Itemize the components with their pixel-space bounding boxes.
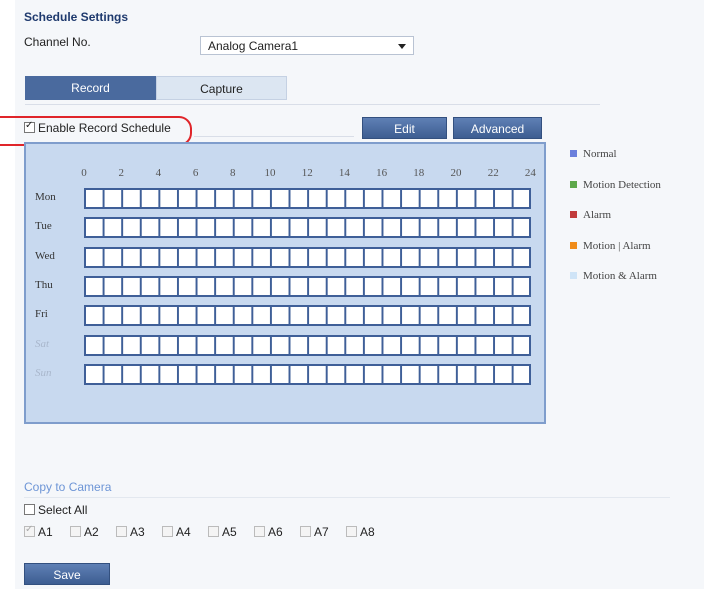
page-title: Schedule Settings [24, 10, 129, 24]
day-label: Fri [35, 308, 48, 321]
schedule-row[interactable] [84, 363, 531, 385]
legend-swatch [570, 272, 577, 279]
legend-label: Normal [583, 148, 617, 160]
copy-to-camera-title[interactable]: Copy to Camera [24, 480, 111, 494]
camera-checkbox [24, 524, 35, 537]
day-label: Wed [35, 249, 55, 262]
camera-option[interactable]: A4 [162, 525, 191, 539]
tab-capture[interactable]: Capture [156, 76, 287, 100]
select-all-checkbox[interactable] [24, 504, 35, 515]
day-label: Sat [35, 337, 50, 350]
camera-option[interactable]: A8 [346, 525, 375, 539]
camera-option[interactable]: A2 [70, 525, 99, 539]
day-label: Sun [35, 366, 52, 379]
hour-label: 0 [81, 167, 87, 179]
hour-label: 4 [155, 167, 162, 179]
channel-select[interactable]: Analog Camera1 [200, 36, 414, 55]
hour-label: 10 [264, 167, 276, 179]
hour-label: 20 [450, 167, 462, 179]
schedule-row[interactable] [84, 188, 531, 209]
legend-swatch [570, 211, 577, 218]
enable-schedule-label: Enable Record Schedule [38, 121, 171, 135]
legend-swatch [570, 180, 577, 188]
legend-label: Alarm [583, 209, 612, 221]
legend-swatch [570, 150, 577, 157]
divider [194, 136, 354, 137]
camera-label: A5 [222, 525, 237, 539]
day-label: Tue [35, 220, 52, 233]
legend-item: Motion Detection [570, 179, 661, 191]
camera-label: A8 [360, 525, 375, 539]
camera-checkbox[interactable] [300, 526, 311, 537]
hour-label: 14 [338, 167, 350, 179]
advanced-button[interactable]: Advanced [453, 117, 542, 139]
day-label: Thu [35, 278, 53, 291]
channel-label: Channel No. [24, 35, 91, 49]
legend-swatch [570, 241, 577, 249]
camera-label: A3 [130, 525, 145, 539]
select-all-label: Select All [38, 503, 88, 517]
schedule-row[interactable] [84, 334, 531, 356]
hour-label: 24 [524, 167, 536, 179]
camera-checkbox[interactable] [70, 526, 81, 537]
select-all[interactable]: Select All [24, 503, 87, 517]
hour-label: 18 [413, 167, 425, 179]
divider [24, 497, 670, 498]
schedule-row[interactable] [84, 246, 531, 268]
tab-bar: Record Capture [25, 76, 600, 105]
edit-button[interactable]: Edit [362, 117, 447, 139]
camera-option[interactable]: A5 [208, 525, 237, 539]
save-button[interactable]: Save [24, 563, 110, 585]
schedule-row[interactable] [84, 305, 531, 327]
legend-item: Motion & Alarm [570, 270, 657, 282]
hour-label: 16 [376, 167, 388, 179]
day-label: Mon [35, 191, 56, 203]
hour-label: 22 [487, 167, 499, 179]
legend-label: Motion & Alarm [583, 270, 657, 282]
enable-schedule-checkbox[interactable] [24, 120, 35, 133]
chevron-down-icon [398, 44, 406, 49]
camera-checkbox[interactable] [208, 526, 219, 537]
legend-item: Normal [570, 148, 617, 160]
legend-label: Motion Detection [583, 178, 661, 191]
hour-label: 2 [118, 167, 124, 179]
hour-label: 8 [230, 167, 236, 179]
hour-label: 12 [301, 167, 313, 179]
camera-checkbox[interactable] [254, 526, 265, 537]
camera-checkbox[interactable] [346, 526, 357, 537]
camera-checkbox[interactable] [116, 526, 127, 537]
schedule-grid: 0 2 4 6 8 10 12 14 16 18 20 22 24 Mon Tue Wed Thu Fri Sat S… [24, 142, 546, 424]
legend-label: Motion | Alarm [583, 239, 651, 252]
schedule-row[interactable] [84, 275, 531, 297]
camera-option[interactable]: A1 [24, 524, 53, 539]
camera-label: A6 [268, 525, 283, 539]
enable-record-schedule[interactable]: Enable Record Schedule [24, 120, 171, 135]
camera-option[interactable]: A7 [300, 525, 329, 539]
schedule-row[interactable] [84, 217, 531, 239]
legend-item: Alarm [570, 209, 611, 221]
camera-label: A7 [314, 525, 329, 539]
channel-value: Analog Camera1 [208, 39, 299, 53]
camera-option[interactable]: A6 [254, 525, 283, 539]
hour-label: 6 [192, 167, 199, 179]
camera-option[interactable]: A3 [116, 525, 145, 539]
camera-label: A1 [38, 525, 53, 539]
legend-item: Motion | Alarm [570, 240, 651, 252]
camera-checkbox[interactable] [162, 526, 173, 537]
camera-label: A4 [176, 525, 191, 539]
tab-record[interactable]: Record [25, 76, 156, 100]
camera-label: A2 [84, 525, 99, 539]
